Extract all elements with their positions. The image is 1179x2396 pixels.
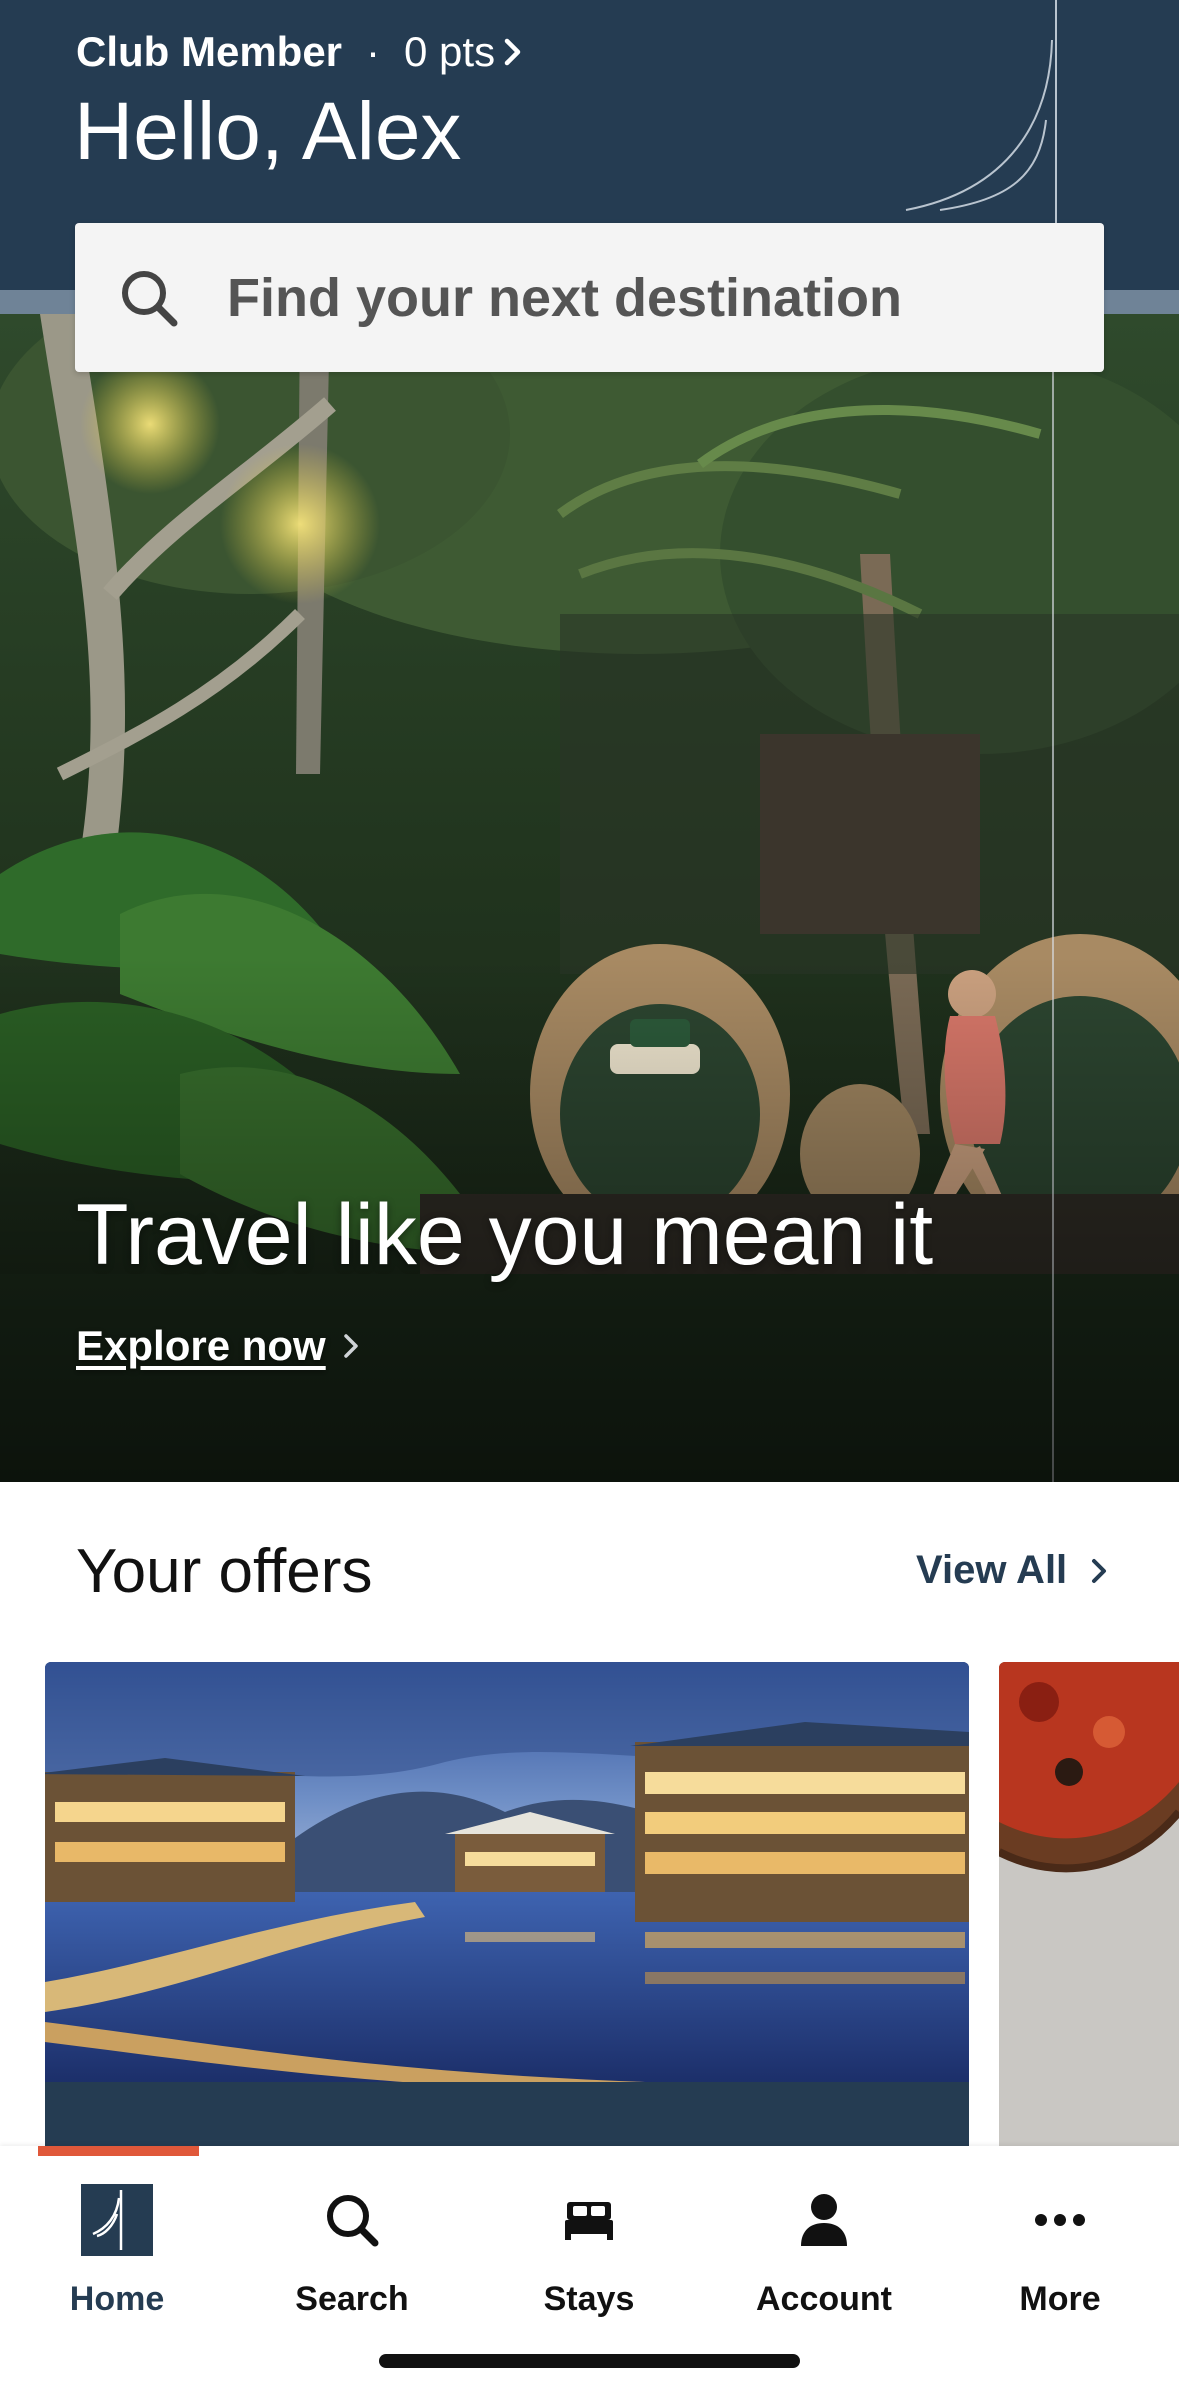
chevron-right-icon bbox=[504, 38, 521, 66]
four-seasons-logo-icon bbox=[81, 2184, 153, 2256]
tab-more-label: More bbox=[1019, 2280, 1101, 2318]
tab-home-label: Home bbox=[69, 2280, 165, 2318]
search-icon bbox=[316, 2184, 388, 2256]
tab-stays[interactable]: Stays bbox=[489, 2166, 689, 2346]
offer-resort-image bbox=[45, 1662, 969, 2146]
chevron-right-icon bbox=[1092, 1558, 1107, 1583]
home-indicator[interactable] bbox=[379, 2354, 800, 2368]
tab-home[interactable]: Home bbox=[17, 2166, 217, 2346]
member-status-link[interactable]: Club Member · 0 pts bbox=[76, 24, 525, 80]
person-icon bbox=[788, 2184, 860, 2256]
destination-search-bar[interactable]: Find your next destination bbox=[75, 223, 1104, 372]
tab-stays-label: Stays bbox=[543, 2280, 635, 2318]
active-tab-indicator bbox=[38, 2146, 199, 2156]
offer-card[interactable] bbox=[999, 1662, 1179, 2146]
explore-now-label: Explore now bbox=[76, 1322, 326, 1369]
tab-search-label: Search bbox=[295, 2280, 409, 2318]
view-all-label: View All bbox=[916, 1548, 1068, 1592]
member-tier: Club Member bbox=[76, 28, 343, 75]
offers-section-title: Your offers bbox=[76, 1537, 373, 1606]
bed-icon bbox=[553, 2184, 625, 2256]
more-dots-icon bbox=[1024, 2184, 1096, 2256]
offer-pizza-image bbox=[999, 1662, 1179, 2146]
chevron-right-icon bbox=[343, 1334, 358, 1358]
hero-image bbox=[0, 314, 1179, 1482]
view-all-offers-button[interactable]: View All bbox=[916, 1548, 1107, 1593]
tab-account-label: Account bbox=[756, 2280, 892, 2318]
hero-title: Travel like you mean it bbox=[76, 1187, 934, 1283]
explore-now-link[interactable]: Explore now bbox=[76, 1322, 360, 1370]
points-balance: 0 pts bbox=[404, 28, 496, 75]
tab-search[interactable]: Search bbox=[252, 2166, 452, 2346]
tab-more[interactable]: More bbox=[960, 2166, 1160, 2346]
greeting-title: Hello, Alex bbox=[74, 86, 462, 177]
hero-banner[interactable]: Travel like you mean it Explore now bbox=[0, 314, 1179, 1482]
search-icon bbox=[122, 270, 178, 326]
separator-dot: · bbox=[366, 28, 381, 75]
search-placeholder: Find your next destination bbox=[227, 267, 903, 328]
tab-account[interactable]: Account bbox=[724, 2166, 924, 2346]
offer-card[interactable] bbox=[45, 1662, 969, 2146]
